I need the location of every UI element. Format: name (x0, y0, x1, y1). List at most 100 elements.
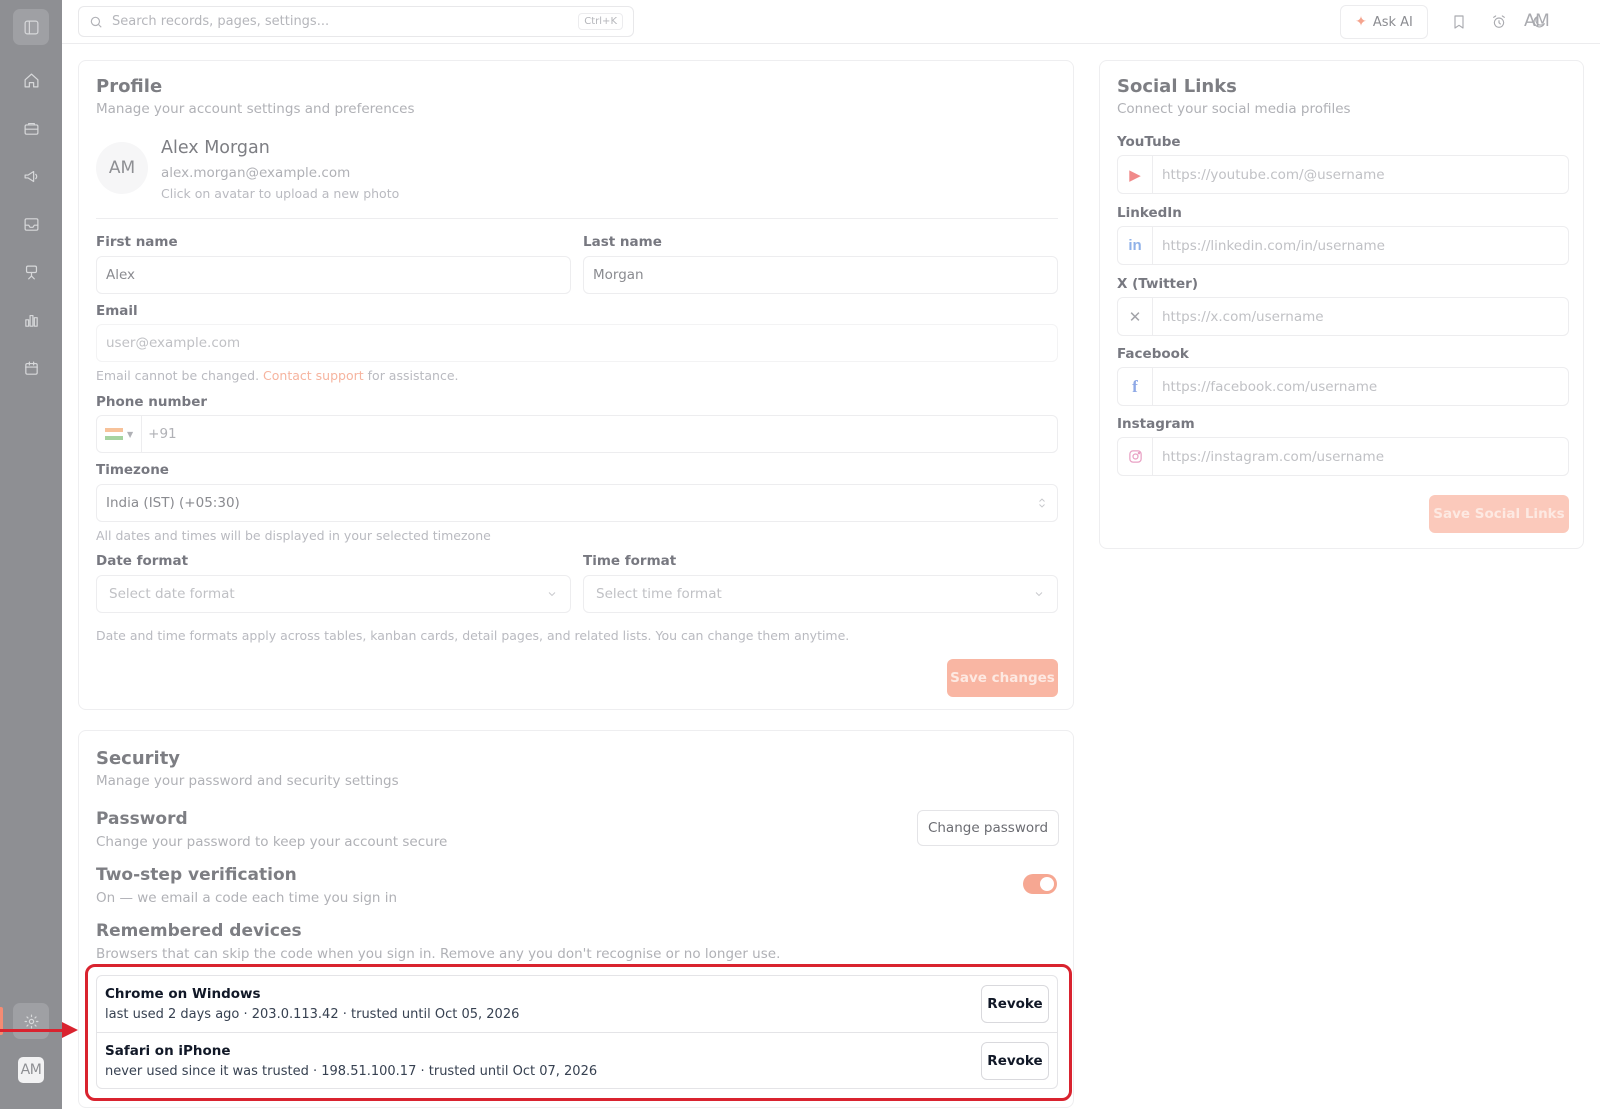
email-hint-suffix: for assistance. (367, 368, 459, 383)
profile-divider (96, 218, 1058, 219)
social-title: Social Links (1117, 76, 1237, 97)
phone-field[interactable]: ▼ +91 (96, 415, 1058, 453)
email-hint-prefix: Email cannot be changed. (96, 368, 260, 383)
sidebar-toggle-button[interactable] (13, 9, 49, 45)
nav-inbox[interactable] (13, 206, 49, 242)
nav-calendar[interactable] (13, 350, 49, 386)
first-name-field[interactable]: Alex (96, 256, 571, 294)
inbox-icon (24, 217, 38, 231)
toggle-knob (1040, 877, 1054, 891)
nav-presentations[interactable] (13, 254, 49, 290)
first-name-label: First name (96, 234, 178, 250)
timezone-value: India (IST) (+05:30) (106, 495, 240, 511)
linkedin-field[interactable]: in https://linkedin.com/in/username (1117, 226, 1569, 265)
country-caret-icon: ▼ (127, 429, 134, 439)
search-shortcut: Ctrl+K (578, 13, 623, 30)
instagram-icon (1118, 438, 1153, 475)
change-password-button[interactable]: Change password (917, 810, 1059, 846)
facebook-placeholder: https://facebook.com/username (1162, 378, 1378, 395)
linkedin-label: LinkedIn (1117, 205, 1182, 221)
linkedin-icon: in (1118, 227, 1153, 264)
bookmark-icon (1454, 15, 1464, 29)
ask-ai-label: Ask AI (1372, 14, 1413, 30)
x-placeholder: https://x.com/username (1162, 308, 1324, 325)
home-icon (24, 73, 38, 87)
last-name-label: Last name (583, 234, 662, 250)
date-format-placeholder: Select date format (109, 586, 235, 602)
youtube-label: YouTube (1117, 134, 1181, 150)
profile-avatar[interactable]: AM (96, 142, 148, 194)
format-hint: Date and time formats apply across table… (96, 628, 850, 643)
calendar-icon (24, 361, 38, 375)
timezone-label: Timezone (96, 462, 169, 478)
remembered-devices-subtitle: Browsers that can skip the code when you… (96, 946, 781, 962)
instagram-field[interactable]: https://instagram.com/username (1117, 437, 1569, 476)
megaphone-icon (24, 170, 37, 182)
search-input[interactable]: Search records, pages, settings... Ctrl+… (78, 6, 634, 37)
security-title: Security (96, 748, 181, 769)
youtube-placeholder: https://youtube.com/@username (1162, 166, 1385, 183)
ask-ai-button[interactable]: ✦ Ask AI (1340, 5, 1428, 39)
instagram-placeholder: https://instagram.com/username (1162, 448, 1385, 465)
save-social-links-button[interactable]: Save Social Links (1429, 495, 1569, 533)
user-avatar[interactable]: AM (18, 1057, 44, 1083)
time-format-placeholder: Select time format (596, 586, 722, 602)
youtube-icon: ▶ (1118, 156, 1153, 193)
date-format-label: Date format (96, 553, 189, 569)
contact-support-link[interactable]: Contact support (263, 368, 364, 383)
nav-home[interactable] (13, 62, 49, 98)
remembered-devices-title: Remembered devices (96, 921, 302, 941)
bar-chart-icon (24, 314, 38, 327)
social-subtitle: Connect your social media profiles (1117, 101, 1351, 117)
avatar-upload-hint: Click on avatar to upload a new photo (161, 186, 400, 201)
password-subtitle: Change your password to keep your accoun… (96, 834, 448, 850)
phone-prefix: +91 (148, 426, 177, 442)
x-field[interactable]: ✕ https://x.com/username (1117, 297, 1569, 336)
gear-icon (24, 1014, 38, 1028)
bookmark-button[interactable] (1448, 11, 1470, 33)
two-step-toggle[interactable] (1023, 874, 1057, 894)
up-down-chevron-icon (1039, 498, 1045, 508)
nav-reports[interactable] (13, 302, 49, 338)
chevron-down-icon (1035, 592, 1043, 597)
devices-highlight-box (85, 964, 1072, 1101)
presentation-icon (25, 265, 37, 279)
sparkle-icon: ✦ (1355, 14, 1367, 30)
nav-settings[interactable] (13, 1003, 49, 1039)
two-step-title: Two-step verification (96, 865, 297, 885)
reminder-button[interactable] (1488, 11, 1510, 33)
time-format-select[interactable]: Select time format (583, 575, 1058, 613)
phone-label: Phone number (96, 394, 208, 410)
timezone-select[interactable]: India (IST) (+05:30) (96, 484, 1058, 522)
top-bar: Search records, pages, settings... Ctrl+… (62, 0, 1600, 44)
facebook-label: Facebook (1117, 346, 1189, 362)
nav-campaigns[interactable] (13, 158, 49, 194)
security-subtitle: Manage your password and security settin… (96, 773, 399, 789)
instagram-label: Instagram (1117, 416, 1195, 432)
two-step-subtitle: On — we email a code each time you sign … (96, 890, 398, 906)
chevron-down-icon (548, 592, 556, 597)
x-icon: ✕ (1118, 298, 1153, 335)
search-placeholder: Search records, pages, settings... (112, 14, 330, 29)
left-rail: AM (0, 0, 62, 1109)
linkedin-placeholder: https://linkedin.com/in/username (1162, 237, 1385, 254)
country-select[interactable]: ▼ (97, 416, 143, 452)
sidebar-toggle-icon (24, 20, 38, 34)
topbar-avatar[interactable]: AM (1524, 11, 1550, 31)
youtube-field[interactable]: ▶ https://youtube.com/@username (1117, 155, 1569, 194)
email-field: user@example.com (96, 324, 1058, 362)
last-name-field[interactable]: Morgan (583, 256, 1058, 294)
timezone-hint: All dates and times will be displayed in… (96, 528, 491, 543)
password-title: Password (96, 809, 188, 829)
date-format-select[interactable]: Select date format (96, 575, 571, 613)
facebook-field[interactable]: f https://facebook.com/username (1117, 367, 1569, 406)
nav-briefcase[interactable] (13, 110, 49, 146)
briefcase-icon (24, 122, 38, 135)
search-icon (90, 16, 102, 28)
save-changes-button[interactable]: Save changes (947, 659, 1058, 697)
time-format-label: Time format (583, 553, 677, 569)
facebook-icon: f (1118, 368, 1153, 405)
x-label: X (Twitter) (1117, 276, 1198, 292)
pointer-arrow (0, 1029, 64, 1032)
alarm-clock-icon (1493, 15, 1505, 28)
